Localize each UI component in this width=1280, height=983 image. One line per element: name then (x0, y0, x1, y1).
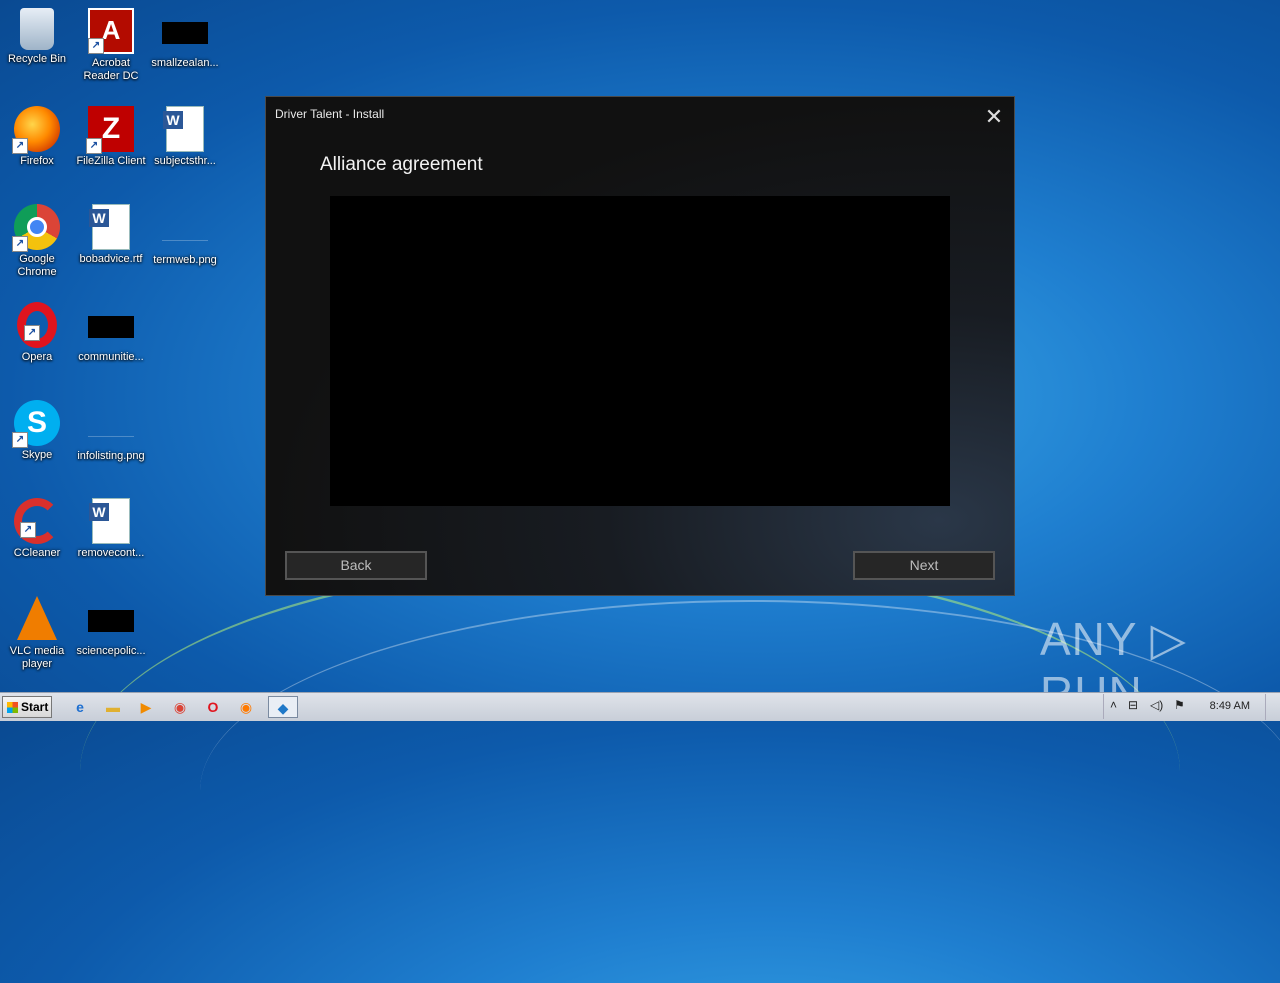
shortcut-arrow-icon: ↗ (86, 138, 102, 154)
word-document-icon: W (89, 204, 130, 250)
desktop-icon-label: termweb.png (153, 254, 217, 266)
shortcut-arrow-icon: ↗ (12, 432, 28, 448)
taskbar: Start e ▬ ▶ ◉ O ◉ ◆ ˄ ⊟ ◁) ⚑ 8:49 AM (0, 692, 1280, 721)
acrobat-icon: A ↗ (88, 8, 134, 54)
ie-icon[interactable]: e (67, 696, 93, 718)
desktop-icon-communitie[interactable]: communitie... (74, 302, 148, 364)
shortcut-arrow-icon: ↗ (24, 325, 40, 341)
desktop-icon-label: removecont... (77, 547, 145, 559)
shortcut-arrow-icon: ↗ (20, 522, 36, 538)
word-document-icon: W (163, 106, 204, 152)
desktop-icon-acrobat[interactable]: A ↗ Acrobat Reader DC (74, 8, 148, 83)
desktop-icon-sciencepolic[interactable]: sciencepolic... (74, 596, 148, 658)
action-center-flag-icon[interactable]: ⚑ (1174, 698, 1185, 712)
desktop-icon-label: VLC media player (9, 645, 65, 670)
word-glyph: W (89, 503, 109, 521)
start-label: Start (21, 700, 49, 714)
desktop-icon-opera[interactable]: ↗ Opera (0, 302, 74, 364)
file-thumbnail-icon (162, 22, 208, 44)
desktop-icon-label: sciencepolic... (76, 645, 146, 657)
desktop-icon-label: Recycle Bin (7, 53, 67, 65)
desktop-icon-label: Firefox (20, 155, 54, 167)
show-desktop-button[interactable] (1265, 694, 1280, 720)
firefox-icon[interactable]: ◉ (233, 696, 259, 718)
desktop-icon-label: smallzealan... (151, 57, 219, 69)
desktop-icon-infolisting[interactable]: infolisting.png (74, 400, 148, 463)
desktop-icon-label: Google Chrome (17, 253, 57, 278)
word-glyph: W (89, 209, 109, 227)
acrobat-glyph: A (101, 15, 121, 45)
tray-chevron-icon[interactable]: ˄ (1110, 698, 1117, 712)
recycle-bin-icon (20, 8, 54, 50)
desktop-icon-recycle-bin[interactable]: Recycle Bin (0, 8, 74, 66)
desktop-icon-label: Skype (21, 449, 53, 461)
agreement-content-panel[interactable] (330, 196, 950, 506)
desktop-icon-google-chrome[interactable]: ↗ Google Chrome (0, 204, 74, 279)
network-icon[interactable]: ⊟ (1128, 698, 1138, 712)
shortcut-arrow-icon: ↗ (12, 236, 28, 252)
desktop-icon-filezilla[interactable]: Z ↗ FileZilla Client (74, 106, 148, 168)
desktop-icon-vlc[interactable]: VLC media player (0, 596, 74, 671)
back-button[interactable]: Back (285, 551, 427, 580)
file-thumbnail-icon (88, 316, 134, 338)
driver-talent-icon[interactable]: ◆ (268, 696, 298, 718)
desktop-icon-termweb[interactable]: termweb.png (148, 204, 222, 267)
desktop-icon-label: FileZilla Client (76, 155, 146, 167)
windows-logo-icon (7, 702, 18, 713)
desktop-icon-label: infolisting.png (77, 450, 145, 462)
word-document-icon: W (89, 498, 130, 544)
desktop-icon-smallzealan[interactable]: smallzealan... (148, 8, 222, 70)
clock[interactable]: 8:49 AM (1210, 700, 1250, 712)
desktop-icon-label: bobadvice.rtf (79, 253, 143, 265)
chrome-icon[interactable]: ◉ (167, 696, 193, 718)
opera-icon: ↗ (17, 302, 57, 348)
desktop-icon-bobadvice[interactable]: W bobadvice.rtf (74, 204, 148, 266)
desktop-icon-subjectsthr[interactable]: W subjectsthr... (148, 106, 222, 168)
filezilla-glyph: Z (101, 112, 121, 145)
shortcut-arrow-icon: ↗ (88, 38, 104, 54)
image-file-icon (88, 414, 134, 437)
desktop-icon-ccleaner[interactable]: ↗ CCleaner (0, 498, 74, 560)
skype-icon: S ↗ (12, 400, 60, 448)
skype-glyph: S (26, 406, 47, 439)
desktop-icon-label: Acrobat Reader DC (83, 57, 139, 82)
dialog-title: Driver Talent - Install (275, 107, 385, 121)
next-button[interactable]: Next (853, 551, 995, 580)
system-tray: ˄ ⊟ ◁) ⚑ 8:49 AM (1103, 694, 1280, 720)
volume-icon[interactable]: ◁) (1150, 698, 1163, 712)
opera-icon[interactable]: O (200, 696, 226, 718)
desktop-icon-label: CCleaner (13, 547, 61, 559)
desktop-icon-label: communitie... (78, 351, 144, 363)
firefox-icon: ↗ (12, 106, 60, 154)
word-glyph: W (163, 111, 183, 129)
media-player-icon[interactable]: ▶ (133, 696, 159, 718)
close-icon[interactable]: ✕ (984, 106, 1004, 128)
driver-talent-install-dialog: Driver Talent - Install ✕ Alliance agree… (265, 96, 1015, 596)
page-heading: Alliance agreement (320, 154, 483, 175)
file-thumbnail-icon (88, 610, 134, 632)
desktop-swoosh (80, 560, 1180, 983)
filezilla-icon: Z ↗ (86, 106, 134, 154)
explorer-icon[interactable]: ▬ (100, 696, 126, 718)
desktop-icon-firefox[interactable]: ↗ Firefox (0, 106, 74, 168)
desktop-icon-label: Opera (21, 351, 53, 363)
shortcut-arrow-icon: ↗ (12, 138, 28, 154)
image-file-icon (162, 218, 208, 241)
desktop-icon-skype[interactable]: S ↗ Skype (0, 400, 74, 462)
desktop-icon-removecont[interactable]: W removecont... (74, 498, 148, 560)
ccleaner-icon: ↗ (14, 498, 60, 544)
vlc-icon (17, 596, 57, 640)
chrome-icon: ↗ (12, 204, 60, 252)
desktop-icon-label: subjectsthr... (154, 155, 216, 167)
start-button[interactable]: Start (2, 696, 52, 718)
